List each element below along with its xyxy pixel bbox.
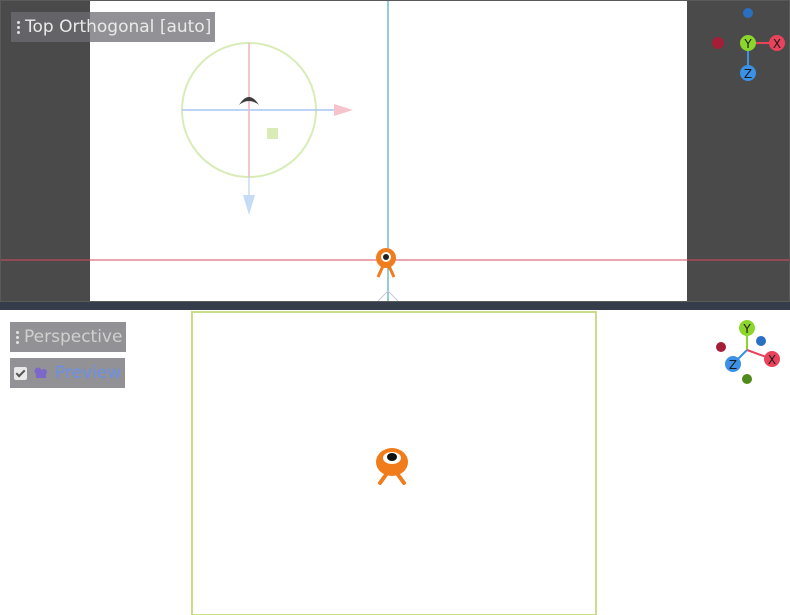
gizmo-z-label: Z [744,67,752,81]
neg-x-dot[interactable] [716,342,726,352]
perspective-view-menu-button[interactable]: Perspective [10,322,127,352]
camera-icon [34,367,47,378]
perspective-view-menu-label: Perspective [24,327,123,347]
menu-dots-icon [15,20,21,35]
top-view-menu-button[interactable]: Top Orthogonal [auto] [11,12,216,42]
top-orthogonal-viewport[interactable]: Y X Z Top Orthogonal [auto] [0,0,790,302]
neg-z-dot[interactable] [743,8,753,18]
preview-toggle[interactable]: Preview [10,358,126,388]
top-view-menu-label: Top Orthogonal [auto] [25,17,212,37]
neg-z-dot[interactable] [756,336,766,346]
menu-dots-icon [14,330,20,345]
viewport-splitter[interactable] [0,302,790,310]
top-viewport-canvas[interactable]: Y X Z [1,1,790,302]
neg-x-dot[interactable] [712,37,724,49]
perspective-viewport[interactable]: Y X Z Perspective Preview [0,310,790,615]
gizmo-x-label: X [768,353,776,367]
gizmo-x-label: X [773,37,781,51]
neg-y-dot[interactable] [742,374,752,384]
preview-label: Preview [55,363,122,383]
gizmo-z-label: Z [729,358,737,372]
checkbox-icon[interactable] [14,366,27,380]
gizmo-y-label: Y [743,37,752,51]
perspective-viewport-canvas[interactable]: Y X Z [0,310,790,615]
gizmo-y-label: Y [742,322,751,336]
